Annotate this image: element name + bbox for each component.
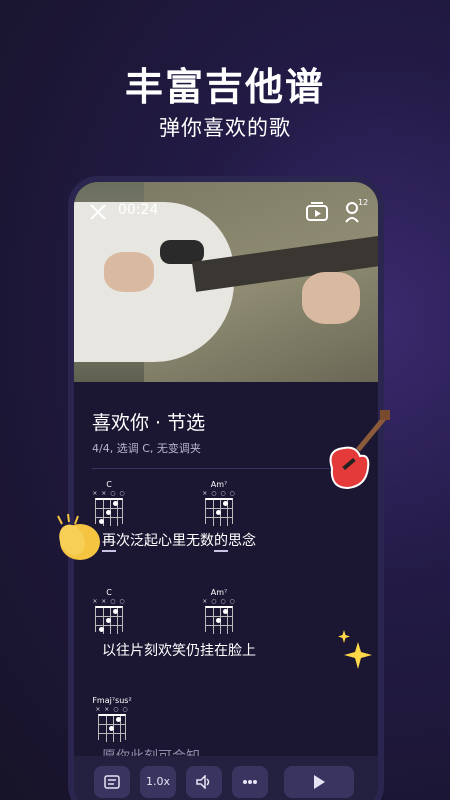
video-left-hand [104,252,154,292]
chord-name: Fmaj⁷sus² [92,696,132,705]
close-icon[interactable] [88,202,108,222]
more-button[interactable] [232,766,268,798]
headline: 丰富吉他谱 [124,65,325,109]
chord-string-marks: × × ○ ○ [92,598,126,605]
chord-grid [205,498,233,526]
clapping-hands-icon [57,513,100,560]
play-icon [314,775,325,789]
chord-diagram[interactable]: Am⁷ × ○ ○ ○ [202,588,236,634]
lyric-chord-marker [214,550,228,552]
volume-button[interactable] [186,766,222,798]
volume-icon [196,774,210,790]
chord-diagram[interactable]: Am⁷ × ○ ○ ○ [202,480,236,526]
divider [92,468,360,469]
lyric-line: 再次泛起心里无数的思念 [102,533,256,549]
chord-name: Am⁷ [210,480,228,489]
lyrics-button[interactable] [94,766,130,798]
play-button[interactable] [284,766,354,798]
chord-diagram[interactable]: C × × ○ ○ [92,588,126,634]
song-meta: 4/4, 选调 C, 无变调夹 [92,442,201,455]
lyrics-icon [104,775,120,789]
playback-time: 00:24 [118,202,159,218]
chord-string-marks: × ○ ○ ○ [202,598,236,605]
chord-name: C [106,480,112,489]
video-player[interactable]: 00:24 12 [74,182,378,382]
song-title: 喜欢你 · 节选 [92,412,206,434]
chord-string-marks: × ○ ○ ○ [202,490,236,497]
chord-diagram[interactable]: Fmaj⁷sus² × × ○ ○ [88,696,136,742]
subline: 弹你喜欢的歌 [159,116,291,140]
video-icon[interactable] [306,202,328,222]
speed-button[interactable]: 1.0x [140,766,176,798]
electric-guitar-icon [329,410,390,490]
chord-name: Am⁷ [210,588,228,597]
chord-string-marks: × × ○ ○ [92,490,126,497]
tuner-badge: 12 [358,198,369,207]
chord-grid [95,606,123,634]
lyric-line: 以往片刻欢笑仍挂在脸上 [102,643,256,659]
video-right-hand [302,272,360,324]
chord-string-marks: × × ○ ○ [95,706,129,713]
chord-grid [98,714,126,742]
sparkles-icon [338,630,372,669]
chord-grid [205,606,233,634]
more-icon [243,780,257,784]
chord-name: C [106,588,112,597]
bottom-toolbar: 1.0x [74,756,378,800]
